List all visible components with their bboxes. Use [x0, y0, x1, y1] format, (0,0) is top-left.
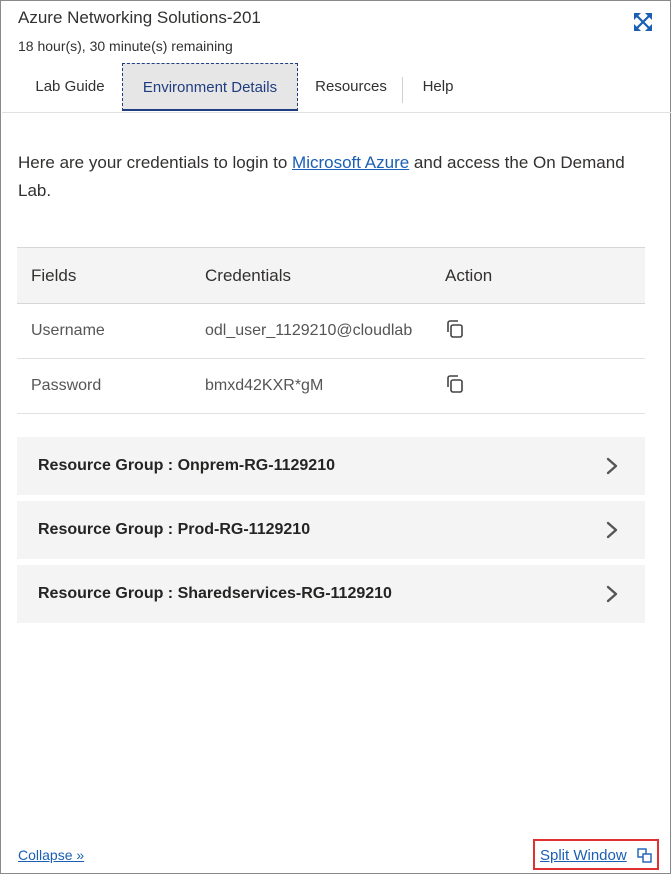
resource-group-label: Resource Group : Sharedservices-RG-11292…: [38, 585, 392, 602]
table-header-row: Fields Credentials Action: [17, 247, 645, 304]
password-value: bmxd42KXR*gM: [205, 377, 324, 394]
tab-bar: Lab Guide Environment Details Resources …: [18, 63, 668, 113]
copy-icon[interactable]: [445, 374, 465, 394]
field-password-label: Password: [17, 358, 205, 414]
table-row: Password bmxd42KXR*gM: [17, 358, 645, 414]
chevron-right-icon: [606, 457, 618, 475]
resource-group-label: Resource Group : Onprem-RG-1129210: [38, 457, 335, 474]
intro-text-start: Here are your credentials to login to: [18, 153, 293, 172]
split-window-button[interactable]: Split Window: [533, 839, 659, 870]
resource-group-label: Resource Group : Prod-RG-1129210: [38, 521, 311, 538]
lab-title: Azure Networking Solutions-201: [18, 8, 261, 27]
table-row: Username odl_user_1129210@cloudlab: [17, 303, 645, 359]
chevron-right-icon: [606, 521, 618, 539]
credentials-table: Fields Credentials Action Username odl_u…: [17, 247, 645, 414]
microsoft-azure-link[interactable]: Microsoft Azure: [292, 153, 409, 172]
username-value: odl_user_1129210@cloudlab: [205, 322, 413, 339]
collapse-link[interactable]: Collapse »: [18, 847, 84, 863]
resource-group-sharedservices[interactable]: Resource Group : Sharedservices-RG-11292…: [17, 565, 645, 623]
tab-divider: [402, 77, 403, 103]
expand-arrows-icon[interactable]: [632, 11, 654, 33]
lab-panel: Azure Networking Solutions-201 18 hour(s…: [0, 0, 671, 874]
chevron-right-icon: [606, 585, 618, 603]
column-header-action: Action: [431, 247, 645, 304]
resource-group-onprem[interactable]: Resource Group : Onprem-RG-1129210: [17, 437, 645, 495]
tab-help[interactable]: Help: [408, 63, 468, 111]
credentials-intro: Here are your credentials to login to Mi…: [18, 149, 648, 205]
tab-divider-line: [2, 112, 671, 113]
time-remaining: 18 hour(s), 30 minute(s) remaining: [18, 38, 233, 54]
column-header-fields: Fields: [17, 247, 205, 304]
copy-icon[interactable]: [445, 319, 465, 339]
column-header-credentials: Credentials: [205, 247, 431, 304]
tab-environment-details[interactable]: Environment Details: [122, 63, 298, 111]
split-window-icon: [637, 848, 652, 863]
tab-lab-guide[interactable]: Lab Guide: [18, 63, 122, 111]
tab-resources[interactable]: Resources: [304, 63, 398, 111]
split-window-label: Split Window: [540, 847, 627, 864]
resource-group-prod[interactable]: Resource Group : Prod-RG-1129210: [17, 501, 645, 559]
field-username-label: Username: [17, 303, 205, 359]
